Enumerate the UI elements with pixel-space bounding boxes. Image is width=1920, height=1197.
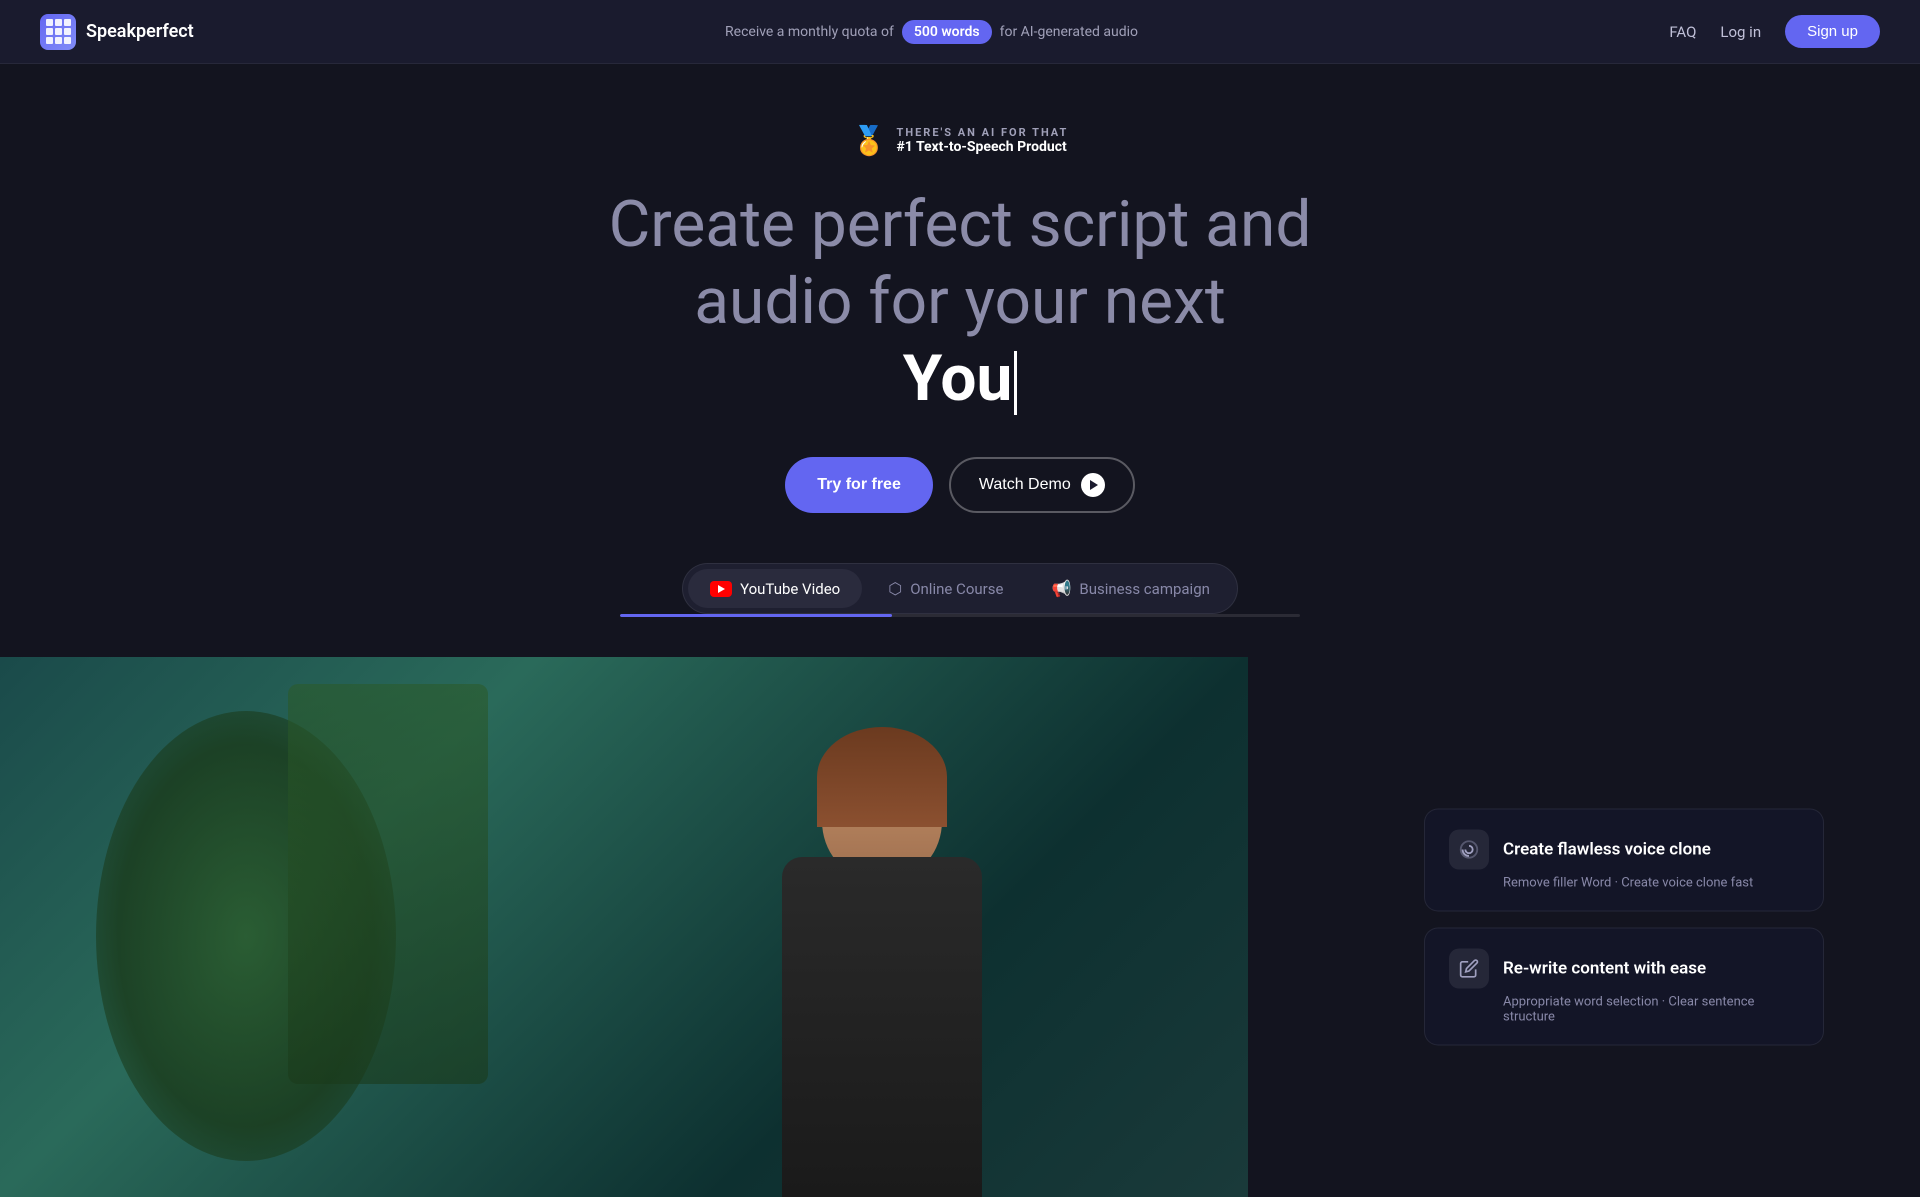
feature-card-rewrite: Re-write content with ease Appropriate w… [1424, 928, 1824, 1046]
hero-section: 🏅 THERE'S AN AI FOR THAT #1 Text-to-Spee… [0, 64, 1920, 657]
typed-text: You [903, 341, 1013, 416]
course-icon: ⬡ [888, 579, 902, 598]
card2-title: Re-write content with ease [1503, 959, 1706, 979]
media-wrapper: Create flawless voice clone Remove fille… [0, 657, 1920, 1197]
award-title: #1 Text-to-Speech Product [897, 139, 1069, 155]
card2-desc: Appropriate word selection · Clear sente… [1503, 995, 1799, 1025]
signup-button[interactable]: Sign up [1785, 15, 1880, 48]
card1-header: Create flawless voice clone [1449, 830, 1799, 870]
hero-heading: Create perfect script and audio for your… [609, 187, 1312, 417]
logo-icon [40, 14, 76, 50]
nav-actions: FAQ Log in Sign up [1669, 15, 1880, 48]
content-tabs: YouTube Video ⬡ Online Course 📢 Business… [682, 563, 1238, 614]
feature-card-voice-clone: Create flawless voice clone Remove fille… [1424, 809, 1824, 912]
cursor-blink [1014, 351, 1017, 415]
heading-typed-line: You [609, 341, 1312, 418]
navbar: Speakperfect Receive a monthly quota of … [0, 0, 1920, 64]
try-free-button[interactable]: Try for free [785, 457, 933, 513]
tab-course-label: Online Course [910, 580, 1003, 598]
quota-prefix: Receive a monthly quota of [725, 24, 894, 40]
feature-cards: Create flawless voice clone Remove fille… [1424, 809, 1824, 1046]
youtube-icon [710, 581, 732, 597]
logo-text: Speakperfect [86, 21, 194, 42]
heading-line1: Create perfect script and [609, 187, 1312, 262]
nav-quota-message: Receive a monthly quota of 500 words for… [725, 20, 1138, 44]
tab-business-campaign[interactable]: 📢 Business campaign [1029, 569, 1231, 608]
award-text: THERE'S AN AI FOR THAT #1 Text-to-Speech… [897, 126, 1069, 155]
card2-header: Re-write content with ease [1449, 949, 1799, 989]
bottom-section: Create flawless voice clone Remove fille… [0, 657, 1920, 1197]
play-triangle [1090, 480, 1098, 490]
faq-link[interactable]: FAQ [1669, 23, 1696, 41]
progress-bar-container [40, 614, 1880, 617]
tab-youtube-video[interactable]: YouTube Video [688, 569, 862, 608]
progress-fill [620, 614, 892, 617]
campaign-icon: 📢 [1051, 579, 1071, 598]
voice-clone-icon [1449, 830, 1489, 870]
rewrite-icon [1449, 949, 1489, 989]
card1-desc: Remove filler Word · Create voice clone … [1503, 876, 1799, 891]
tab-campaign-label: Business campaign [1079, 580, 1210, 598]
play-icon [1081, 473, 1105, 497]
tab-youtube-label: YouTube Video [740, 580, 840, 598]
quota-suffix: for AI-generated audio [1000, 24, 1138, 40]
nav-logo-area: Speakperfect [40, 14, 194, 50]
card1-title: Create flawless voice clone [1503, 840, 1711, 860]
cta-buttons: Try for free Watch Demo [785, 457, 1134, 513]
grid-decoration [288, 684, 488, 1084]
award-subtitle: THERE'S AN AI FOR THAT [897, 126, 1069, 139]
demo-label: Watch Demo [979, 476, 1071, 494]
award-badge: 🏅 THERE'S AN AI FOR THAT #1 Text-to-Spee… [852, 124, 1069, 157]
award-emoji-icon: 🏅 [852, 124, 887, 157]
watch-demo-button[interactable]: Watch Demo [949, 457, 1135, 513]
login-link[interactable]: Log in [1720, 23, 1761, 41]
quota-badge: 500 words [902, 20, 992, 44]
heading-line2: audio for your next [694, 264, 1226, 339]
person-area [672, 697, 1092, 1197]
progress-track [620, 614, 1300, 617]
tab-online-course[interactable]: ⬡ Online Course [866, 569, 1025, 608]
